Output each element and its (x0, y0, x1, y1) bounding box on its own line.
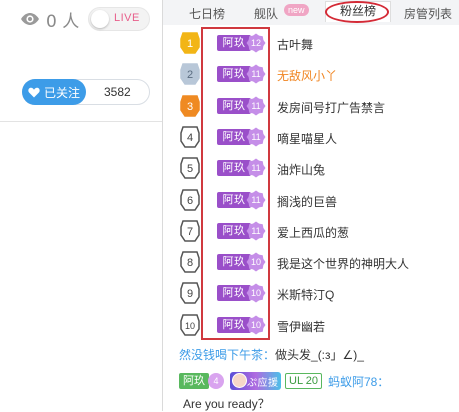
chat-message: 阿玖 4 ぷ应援 UL 20 蚂蚁阿78： (179, 371, 389, 391)
fan-rank-row[interactable]: 7 阿玖 11 爱上西瓜的葱 (163, 216, 459, 246)
fan-username[interactable]: 爱上西瓜的葱 (277, 224, 349, 241)
fan-rank-row[interactable]: 1 阿玖 12 古叶舞 (163, 28, 459, 58)
rank-number: 7 (187, 226, 193, 238)
fan-username[interactable]: 嘀星喵星人 (277, 130, 337, 147)
heart-icon (28, 87, 40, 98)
follow-label: 已关注 (43, 85, 80, 100)
rank-panel: 七日榜 舰队 new 粉丝榜 房管列表 1 阿玖 12 古叶舞 2 阿玖 11 无敌风小丫 3 阿… (163, 0, 459, 411)
fan-username[interactable]: 古叶舞 (277, 36, 313, 53)
fan-medal-badge: 阿玖 11 (217, 221, 269, 241)
rank-medal-icon: 4 (179, 125, 201, 149)
chat-username[interactable]: 然没钱喝下午茶： (179, 348, 275, 362)
fan-medal-badge: 阿玖 10 (217, 252, 269, 272)
user-level-badge: UL 20 (285, 373, 322, 389)
fan-medal-level: 11 (251, 100, 261, 111)
tab-fan-rank[interactable]: 粉丝榜 (325, 1, 391, 22)
fan-medal-level: 4 (208, 373, 224, 389)
fan-medal-badge: 阿玖 12 (217, 33, 269, 53)
rank-number: 10 (185, 321, 195, 331)
chat-text: Are you ready？ (183, 397, 270, 411)
follow-widget: 已关注 3582 (22, 79, 150, 105)
fan-medal-badge: 阿玖 11 (217, 158, 269, 178)
rank-medal-icon: 9 (179, 281, 201, 305)
fan-rank-row[interactable]: 4 阿玖 11 嘀星喵星人 (163, 122, 459, 152)
toggle-knob (91, 10, 109, 28)
fan-username[interactable]: 我是这个世界的神明大人 (277, 255, 409, 272)
fan-medal-level: 11 (251, 163, 261, 174)
rank-number: 5 (187, 163, 193, 175)
chat-area: 然没钱喝下午茶：做头发_(:з」∠)_ 阿玖 4 ぷ应援 UL 20 蚂蚁阿78… (163, 343, 459, 411)
fan-medal-badge: 阿玖 11 (217, 127, 269, 147)
fan-medal-level: 12 (250, 38, 261, 48)
fan-rank-row[interactable]: 5 阿玖 11 油炸山兔 (163, 153, 459, 183)
streamer-info-panel: 0 人 LIVE 已关注 3582 (0, 0, 162, 411)
fan-medal-level: 10 (250, 288, 261, 299)
chat-text: 做头发_(:з」∠)_ (275, 348, 364, 362)
fan-medal-level: 11 (251, 131, 261, 142)
rank-number: 6 (187, 195, 193, 207)
fan-medal-badge: 阿玖 10 (217, 283, 269, 303)
rank-tab-bar: 七日榜 舰队 new 粉丝榜 房管列表 (163, 0, 459, 26)
rank-number: 3 (187, 101, 193, 113)
fan-medal-level: 11 (251, 194, 261, 205)
fan-medal-badge: 阿玖 11 (217, 64, 269, 84)
avatar (232, 373, 247, 388)
tab-fleet[interactable]: 舰队 (254, 5, 278, 22)
rank-number: 2 (187, 69, 193, 81)
tab-seven-day-rank[interactable]: 七日榜 (189, 5, 225, 22)
fan-username[interactable]: 发房间号打广告禁言 (277, 99, 385, 116)
fan-username[interactable]: 油炸山兔 (277, 161, 325, 178)
fan-medal-level: 11 (251, 69, 261, 80)
fan-medal-badge: 阿玖 4 (179, 373, 227, 389)
tab-room-admin-list[interactable]: 房管列表 (404, 5, 452, 22)
fan-username[interactable]: 米斯特汀Q (277, 286, 334, 303)
fan-medal-badge: 阿玖 11 (217, 96, 269, 116)
fan-rank-row[interactable]: 10 阿玖 10 雪伊幽若 (163, 310, 459, 340)
rank-number: 4 (187, 132, 193, 144)
fan-rank-row[interactable]: 8 阿玖 10 我是这个世界的神明大人 (163, 247, 459, 277)
fan-medal-name: 阿玖 (179, 373, 209, 389)
fan-medal-level: 10 (250, 319, 261, 330)
fan-rank-row[interactable]: 6 阿玖 11 搁浅的巨兽 (163, 185, 459, 215)
fan-medal-badge: 阿玖 10 (217, 315, 269, 335)
rank-number: 8 (187, 257, 193, 269)
rank-medal-icon: 8 (179, 250, 201, 274)
rank-medal-icon: 6 (179, 188, 201, 212)
fan-username[interactable]: 雪伊幽若 (277, 318, 325, 335)
fan-username[interactable]: 无敌风小丫 (277, 67, 337, 84)
rank-number: 9 (187, 288, 193, 300)
fan-rank-row[interactable]: 9 阿玖 10 米斯特汀Q (163, 278, 459, 308)
fan-medal-badge: 阿玖 11 (217, 190, 269, 209)
rank-medal-icon: 10 (179, 313, 201, 337)
rank-medal-icon: 2 (179, 62, 201, 86)
rank-number: 1 (187, 38, 193, 50)
rank-medal-icon: 5 (179, 156, 201, 180)
rank-medal-icon: 1 (179, 31, 201, 55)
viewer-count-row: 0 人 (20, 8, 80, 32)
eye-icon (20, 12, 40, 26)
live-label: LIVE (114, 12, 140, 24)
fan-username[interactable]: 搁浅的巨兽 (277, 193, 337, 210)
fan-rank-row[interactable]: 3 阿玖 11 发房间号打广告禁言 (163, 91, 459, 121)
chat-username[interactable]: 蚂蚁阿78： (328, 373, 389, 390)
fan-rank-list: 1 阿玖 12 古叶舞 2 阿玖 11 无敌风小丫 3 阿玖 11 发房间号打广告禁言 4 阿玖 11 嘀星喵… (163, 25, 459, 343)
chat-message: 然没钱喝下午茶：做头发_(:з」∠)_ (179, 346, 364, 363)
new-badge: new (284, 4, 309, 16)
avatar-badge-text: ぷ应援 (247, 378, 279, 389)
fan-medal-level: 11 (251, 225, 261, 236)
rank-medal-icon: 7 (179, 219, 201, 243)
fan-medal-level: 10 (250, 257, 261, 268)
fan-rank-row[interactable]: 2 阿玖 11 无敌风小丫 (163, 59, 459, 89)
divider (0, 121, 162, 122)
viewer-count: 0 人 (46, 11, 80, 32)
rank-medal-icon: 3 (179, 94, 201, 118)
follower-count: 3582 (104, 85, 131, 99)
avatar-frame-badge: ぷ应援 (230, 372, 281, 390)
follow-button[interactable]: 已关注 (22, 79, 86, 105)
live-toggle[interactable]: LIVE (88, 7, 150, 31)
